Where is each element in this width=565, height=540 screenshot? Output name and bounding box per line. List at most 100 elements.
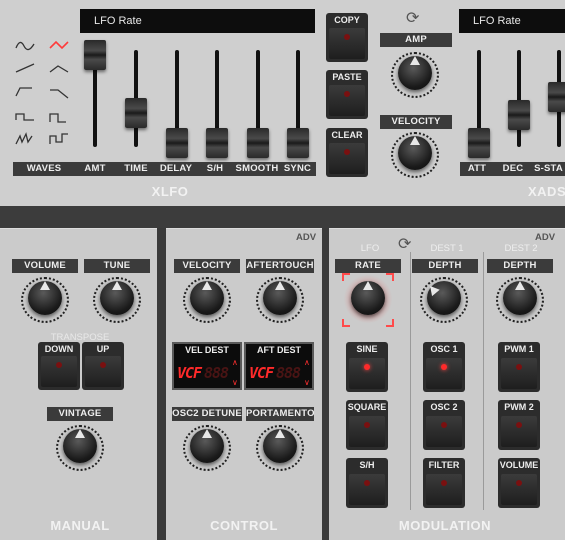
vel-dest-display[interactable]: VEL DEST VCF 888 ∧ ∨ [172, 342, 242, 390]
square-env-icon [15, 87, 32, 97]
vel-dest-value: VCF [177, 364, 202, 382]
filter-button[interactable]: FILTER [423, 458, 465, 508]
refresh-icon[interactable]: ⟳ [406, 8, 419, 28]
sine-label: SINE [356, 344, 378, 354]
amp-knob[interactable] [386, 50, 444, 100]
aft-dest-label: AFT DEST [257, 345, 301, 355]
osc2-detune-knob[interactable] [179, 423, 235, 473]
up-label: UP [96, 344, 110, 354]
tune-knob[interactable] [89, 275, 145, 325]
delay-fader[interactable] [166, 128, 188, 158]
copy-button[interactable]: COPY [326, 13, 368, 62]
clear-button[interactable]: CLEAR [326, 128, 368, 177]
stepped-wave-icon [49, 133, 68, 144]
amt-fader[interactable] [84, 40, 106, 70]
modulation-adv-label: ADV [535, 232, 556, 243]
square-led [364, 422, 370, 428]
mod-refresh-icon[interactable]: ⟳ [398, 234, 411, 254]
panel-seam [0, 206, 565, 228]
triangle-wave-icon [49, 65, 69, 73]
control-title: CONTROL [210, 518, 278, 533]
time-fader[interactable] [125, 98, 147, 128]
depth2-knob[interactable] [492, 275, 548, 325]
att-fader[interactable] [468, 128, 490, 158]
osc1-label: OSC 1 [430, 344, 458, 354]
aft-dest-display[interactable]: AFT DEST VCF 888 ∧ ∨ [244, 342, 314, 390]
smooth-label: SMOOTH [235, 163, 279, 174]
down-label: DOWN [44, 344, 74, 354]
osc2-label: OSC 2 [430, 402, 458, 412]
vel-dest-ghost-digits: 888 [204, 364, 229, 382]
aft-dest-up-arrow-icon[interactable]: ∧ [304, 358, 310, 367]
sine-button[interactable]: SINE [346, 342, 388, 392]
amt-label: AMT [84, 163, 106, 174]
pwm1-led [516, 364, 522, 370]
depth2-label: DEPTH [487, 259, 553, 273]
xads-title: XADS [528, 184, 565, 199]
rate-knob-selected[interactable] [340, 273, 396, 327]
paste-button[interactable]: PASTE [326, 70, 368, 119]
volume-label: VOLUME [12, 259, 78, 273]
sh-mod-button[interactable]: S/H [346, 458, 388, 508]
osc2-detune-label: OSC2 DETUNE [172, 407, 242, 421]
amp-label: AMP [380, 33, 452, 47]
vintage-label: VINTAGE [47, 407, 113, 421]
control-adv-label: ADV [296, 232, 317, 243]
sh-fader[interactable] [206, 128, 228, 158]
dec-fader-track [517, 50, 521, 147]
mod-divider-1 [410, 252, 411, 510]
pwm1-button[interactable]: PWM 1 [498, 342, 540, 392]
osc2-led [441, 422, 447, 428]
volume-dest-label: VOLUME [499, 460, 539, 470]
vintage-knob[interactable] [52, 423, 108, 473]
waves-label: WAVES [26, 163, 62, 174]
smooth-fader[interactable] [247, 128, 269, 158]
transpose-down-button[interactable]: DOWN [38, 342, 80, 390]
sh-label: S/H [206, 163, 224, 174]
up-led [100, 362, 106, 368]
pwm1-label: PWM 1 [504, 344, 534, 354]
vel-dest-up-arrow-icon[interactable]: ∧ [232, 358, 238, 367]
pulse-wave-icon [15, 113, 34, 121]
square-label: SQUARE [347, 402, 387, 412]
osc2-button[interactable]: OSC 2 [423, 400, 465, 450]
xlfo-lcd-display: LFO Rate [80, 9, 315, 33]
portamento-label: PORTAMENTO [246, 407, 315, 421]
osc1-button[interactable]: OSC 1 [423, 342, 465, 392]
vel-dest-down-arrow-icon[interactable]: ∨ [232, 378, 238, 387]
s-sta-fader[interactable] [548, 82, 565, 112]
modulation-title: MODULATION [398, 518, 492, 533]
aftertouch-knob[interactable] [252, 275, 308, 325]
portamento-knob[interactable] [252, 423, 308, 473]
volume-knob[interactable] [17, 275, 73, 325]
sine-wave-icon [15, 41, 35, 51]
xads-label-bar: ATT DEC S-STA [460, 162, 565, 176]
copy-label: COPY [334, 15, 360, 25]
s-sta-label: S-STA [534, 163, 563, 174]
dest2-column-label: DEST 2 [504, 243, 538, 254]
square-button[interactable]: SQUARE [346, 400, 388, 450]
aft-dest-down-arrow-icon[interactable]: ∨ [304, 378, 310, 387]
volume-dest-button[interactable]: VOLUME [498, 458, 540, 508]
depth1-label: DEPTH [412, 259, 478, 273]
velocity-knob[interactable] [386, 130, 444, 180]
dec-fader[interactable] [508, 100, 530, 130]
wave-shape-icons [15, 40, 69, 145]
transpose-up-button[interactable]: UP [82, 342, 124, 390]
sync-fader[interactable] [287, 128, 309, 158]
clear-led [344, 149, 350, 155]
tune-label: TUNE [84, 259, 150, 273]
lfo-column-label: LFO [360, 243, 380, 254]
square-wave-icon [49, 113, 66, 123]
pwm2-button[interactable]: PWM 2 [498, 400, 540, 450]
xlfo-label-bar: WAVES AMT TIME DELAY S/H SMOOTH SYNC [13, 162, 316, 176]
sine-led [364, 364, 370, 370]
mod-divider-2 [483, 252, 484, 510]
aft-dest-ghost-digits: 888 [276, 364, 301, 382]
control-velocity-knob[interactable] [179, 275, 235, 325]
depth1-knob[interactable] [416, 275, 472, 325]
filter-label: FILTER [428, 460, 460, 470]
sync-label: SYNC [283, 163, 312, 174]
rate-label: RATE [335, 259, 401, 273]
time-label: TIME [124, 163, 148, 174]
